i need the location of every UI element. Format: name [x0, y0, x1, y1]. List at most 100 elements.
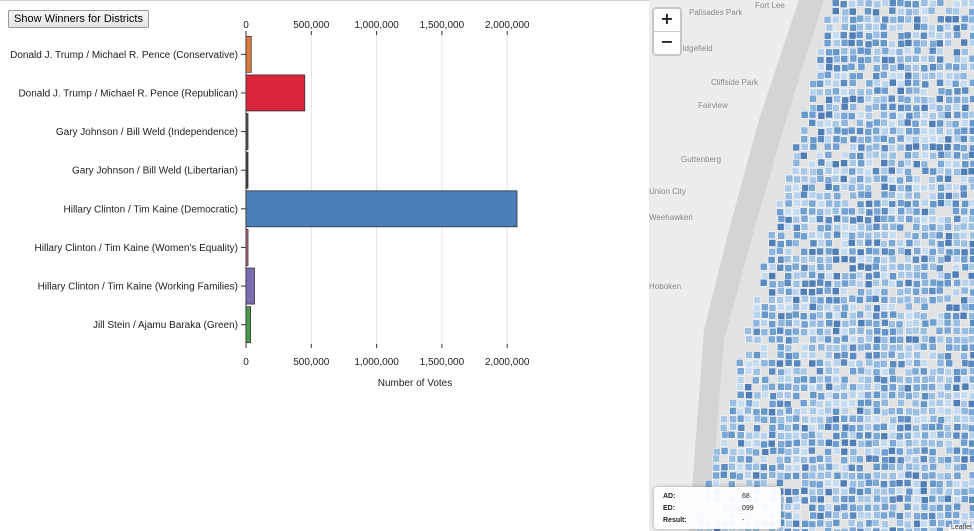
district-shape[interactable]	[967, 296, 974, 304]
district-shape[interactable]	[801, 463, 810, 472]
district-shape[interactable]	[856, 488, 864, 496]
district-shape[interactable]	[969, 182, 974, 191]
district-shape[interactable]	[785, 415, 794, 423]
district-shape[interactable]	[808, 254, 816, 263]
district-shape[interactable]	[897, 15, 905, 24]
district-shape[interactable]	[969, 62, 974, 71]
district-shape[interactable]	[784, 295, 793, 303]
district-shape[interactable]	[760, 472, 768, 481]
district-shape[interactable]	[937, 416, 946, 424]
district-shape[interactable]	[912, 255, 920, 264]
district-shape[interactable]	[832, 87, 840, 96]
district-shape[interactable]	[888, 423, 897, 431]
district-shape[interactable]	[832, 160, 840, 169]
district-shape[interactable]	[856, 296, 864, 304]
district-shape[interactable]	[944, 456, 952, 464]
district-shape[interactable]	[911, 399, 920, 408]
district-shape[interactable]	[936, 375, 944, 384]
district-shape[interactable]	[823, 328, 832, 336]
district-shape[interactable]	[928, 112, 937, 120]
district-shape[interactable]	[927, 439, 936, 448]
district-shape[interactable]	[864, 104, 873, 113]
district-shape[interactable]	[769, 392, 778, 400]
district-shape[interactable]	[800, 255, 808, 264]
district-shape[interactable]	[840, 296, 848, 305]
district-shape[interactable]	[856, 472, 865, 480]
district-shape[interactable]	[737, 424, 746, 432]
district-shape[interactable]	[969, 135, 974, 143]
district-shape[interactable]	[832, 408, 840, 416]
district-shape[interactable]	[937, 87, 946, 95]
district-shape[interactable]	[880, 439, 888, 447]
district-shape[interactable]	[888, 391, 896, 399]
district-shape[interactable]	[729, 448, 738, 456]
district-shape[interactable]	[856, 280, 864, 288]
district-shape[interactable]	[871, 150, 880, 159]
district-shape[interactable]	[816, 311, 824, 319]
district-shape[interactable]	[953, 224, 961, 232]
district-shape[interactable]	[823, 192, 832, 200]
district-shape[interactable]	[953, 255, 961, 263]
district-shape[interactable]	[905, 392, 913, 400]
district-shape[interactable]	[943, 216, 952, 225]
district-shape[interactable]	[944, 239, 953, 247]
district-shape[interactable]	[841, 215, 850, 224]
district-shape[interactable]	[785, 336, 793, 345]
district-shape[interactable]	[911, 326, 920, 335]
district-shape[interactable]	[753, 335, 762, 344]
district-shape[interactable]	[952, 480, 961, 488]
district-shape[interactable]	[872, 102, 880, 111]
district-shape[interactable]	[817, 239, 825, 247]
district-shape[interactable]	[744, 367, 753, 375]
district-shape[interactable]	[865, 79, 874, 88]
district-shape[interactable]	[801, 472, 810, 480]
district-shape[interactable]	[961, 480, 970, 489]
district-shape[interactable]	[952, 103, 961, 111]
district-shape[interactable]	[809, 407, 817, 415]
district-shape[interactable]	[833, 64, 841, 73]
district-shape[interactable]	[777, 382, 785, 391]
district-shape[interactable]	[832, 415, 840, 424]
chart-bar[interactable]	[245, 74, 306, 112]
district-shape[interactable]	[833, 200, 842, 208]
district-shape[interactable]	[841, 150, 850, 159]
district-shape[interactable]	[808, 520, 817, 529]
district-shape[interactable]	[793, 199, 802, 207]
district-shape[interactable]	[968, 478, 974, 487]
district-shape[interactable]	[840, 400, 848, 408]
district-shape[interactable]	[960, 126, 969, 135]
district-shape[interactable]	[816, 120, 824, 128]
district-shape[interactable]	[768, 367, 776, 376]
district-shape[interactable]	[849, 95, 857, 103]
district-shape[interactable]	[849, 352, 857, 360]
district-shape[interactable]	[832, 519, 841, 527]
district-shape[interactable]	[793, 224, 801, 232]
district-shape[interactable]	[857, 399, 865, 407]
district-shape[interactable]	[881, 199, 889, 207]
district-shape[interactable]	[736, 376, 745, 384]
district-shape[interactable]	[825, 366, 833, 375]
district-shape[interactable]	[880, 448, 889, 457]
district-shape[interactable]	[768, 248, 776, 256]
district-shape[interactable]	[833, 95, 841, 103]
district-shape[interactable]	[896, 263, 905, 271]
district-shape[interactable]	[863, 408, 872, 416]
district-shape[interactable]	[832, 479, 840, 487]
district-shape[interactable]	[816, 208, 824, 217]
district-shape[interactable]	[753, 414, 762, 423]
district-shape[interactable]	[953, 488, 961, 496]
district-shape[interactable]	[792, 464, 801, 472]
district-shape[interactable]	[777, 232, 785, 240]
district-shape[interactable]	[929, 152, 938, 160]
district-shape[interactable]	[864, 190, 873, 199]
district-shape[interactable]	[792, 208, 801, 216]
district-shape[interactable]	[777, 255, 785, 264]
district-shape[interactable]	[895, 479, 904, 487]
district-shape[interactable]	[929, 63, 937, 71]
district-shape[interactable]	[848, 88, 856, 96]
district-shape[interactable]	[887, 206, 896, 215]
district-shape[interactable]	[889, 310, 897, 319]
district-shape[interactable]	[744, 439, 752, 448]
district-shape[interactable]	[825, 96, 833, 104]
district-shape[interactable]	[961, 96, 969, 104]
